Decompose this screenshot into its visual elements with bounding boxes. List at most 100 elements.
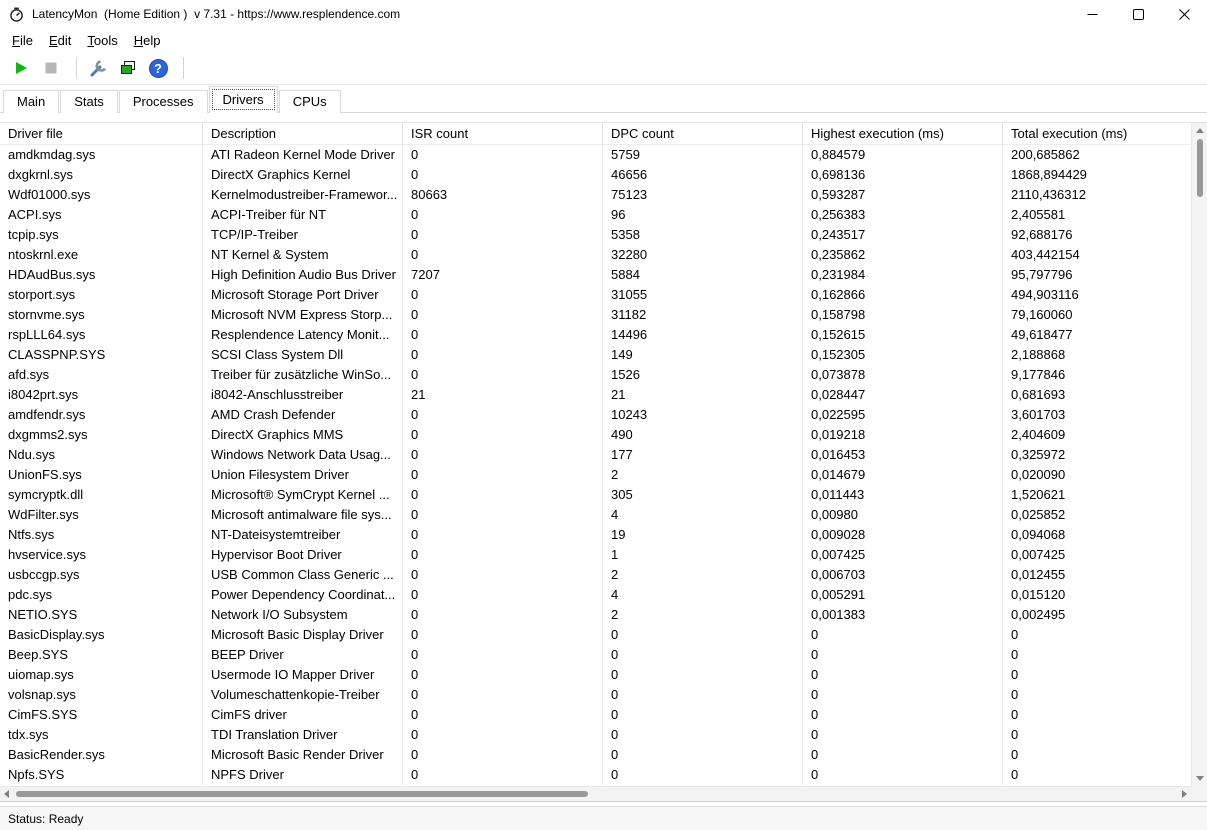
menu-file[interactable]: File (4, 33, 41, 48)
tab-stats[interactable]: Stats (60, 90, 118, 113)
minimize-button[interactable] (1069, 0, 1115, 28)
table-row[interactable]: Ndu.sysWindows Network Data Usag...01770… (0, 445, 1207, 465)
table-cell: 0,006703 (803, 565, 1003, 585)
table-cell: 1,520621 (1003, 485, 1191, 505)
column-header-driver-file[interactable]: Driver file (0, 123, 203, 144)
table-row[interactable]: UnionFS.sysUnion Filesystem Driver020,01… (0, 465, 1207, 485)
table-row[interactable]: amdfendr.sysAMD Crash Defender0102430,02… (0, 405, 1207, 425)
table-cell: 0,025852 (1003, 505, 1191, 525)
app-window: LatencyMon (Home Edition ) v 7.31 - http… (0, 0, 1207, 830)
scroll-right-icon[interactable] (1182, 790, 1187, 798)
menu-tools[interactable]: Tools (79, 33, 125, 48)
table-row[interactable]: HDAudBus.sysHigh Definition Audio Bus Dr… (0, 265, 1207, 285)
table-row[interactable]: Ntfs.sysNT-Dateisystemtreiber0190,009028… (0, 525, 1207, 545)
table-cell: 7207 (403, 265, 603, 285)
tab-processes[interactable]: Processes (119, 90, 208, 113)
tab-main[interactable]: Main (3, 90, 59, 113)
table-cell: 0,158798 (803, 305, 1003, 325)
table-cell: i8042prt.sys (0, 385, 203, 405)
table-row[interactable]: WdFilter.sysMicrosoft antimalware file s… (0, 505, 1207, 525)
column-header-total-execution[interactable]: Total execution (ms) (1003, 123, 1191, 144)
table-row[interactable]: rspLLL64.sysResplendence Latency Monit..… (0, 325, 1207, 345)
column-header-highest-execution[interactable]: Highest execution (ms) (803, 123, 1003, 144)
table-row[interactable]: dxgkrnl.sysDirectX Graphics Kernel046656… (0, 165, 1207, 185)
table-cell: BasicRender.sys (0, 745, 203, 765)
table-row[interactable]: CimFS.SYSCimFS driver0000 (0, 705, 1207, 725)
table-row[interactable]: tdx.sysTDI Translation Driver0000 (0, 725, 1207, 745)
table-cell: volsnap.sys (0, 685, 203, 705)
menu-edit[interactable]: Edit (41, 33, 79, 48)
column-header-isr-count[interactable]: ISR count (403, 123, 603, 144)
table-cell: Union Filesystem Driver (203, 465, 403, 485)
table-cell: tcpip.sys (0, 225, 203, 245)
table-cell: 0,162866 (803, 285, 1003, 305)
tab-drivers[interactable]: Drivers (209, 86, 278, 113)
help-button[interactable]: ? (145, 55, 171, 81)
table-row[interactable]: uiomap.sysUsermode IO Mapper Driver0000 (0, 665, 1207, 685)
scroll-left-icon[interactable] (4, 790, 9, 798)
column-header-dpc-count[interactable]: DPC count (603, 123, 803, 144)
horizontal-scrollbar-thumb[interactable] (16, 791, 588, 797)
scroll-down-icon[interactable] (1196, 776, 1204, 781)
table-cell: DirectX Graphics MMS (203, 425, 403, 445)
horizontal-scrollbar[interactable] (0, 786, 1191, 801)
table-row[interactable]: tcpip.sysTCP/IP-Treiber053580,24351792,6… (0, 225, 1207, 245)
table-row[interactable]: ntoskrnl.exeNT Kernel & System0322800,23… (0, 245, 1207, 265)
tools-options-button[interactable] (85, 55, 111, 81)
table-cell: Microsoft NVM Express Storp... (203, 305, 403, 325)
table-row[interactable]: pdc.sysPower Dependency Coordinat...040,… (0, 585, 1207, 605)
table-cell: 0,325972 (1003, 445, 1191, 465)
play-icon (13, 60, 29, 76)
table-row[interactable]: Wdf01000.sysKernelmodustreiber-Framewor.… (0, 185, 1207, 205)
table-cell: 95,797796 (1003, 265, 1191, 285)
table-cell: 0,698136 (803, 165, 1003, 185)
table-cell: 0 (803, 745, 1003, 765)
stop-monitoring-button[interactable] (38, 55, 64, 81)
table-row[interactable]: NETIO.SYSNetwork I/O Subsystem020,001383… (0, 605, 1207, 625)
table-cell: 0 (403, 465, 603, 485)
start-monitoring-button[interactable] (8, 55, 34, 81)
table-cell: 0 (403, 245, 603, 265)
table-cell: 2110,436312 (1003, 185, 1191, 205)
table-row[interactable]: CLASSPNP.SYSSCSI Class System Dll01490,1… (0, 345, 1207, 365)
table-row[interactable]: stornvme.sysMicrosoft NVM Express Storp.… (0, 305, 1207, 325)
table-cell: 21 (403, 385, 603, 405)
table-row[interactable]: ACPI.sysACPI-Treiber für NT0960,2563832,… (0, 205, 1207, 225)
table-cell: 0,256383 (803, 205, 1003, 225)
vertical-scrollbar-thumb[interactable] (1197, 139, 1203, 197)
table-row[interactable]: hvservice.sysHypervisor Boot Driver010,0… (0, 545, 1207, 565)
status-bar: Status: Ready (0, 806, 1207, 830)
table-row[interactable]: BasicDisplay.sysMicrosoft Basic Display … (0, 625, 1207, 645)
table-row[interactable]: dxgmms2.sysDirectX Graphics MMS04900,019… (0, 425, 1207, 445)
report-windows-button[interactable] (115, 55, 141, 81)
table-cell: 0,022595 (803, 405, 1003, 425)
table-cell: 49,618477 (1003, 325, 1191, 345)
column-header-description[interactable]: Description (203, 123, 403, 144)
table-row[interactable]: storport.sysMicrosoft Storage Port Drive… (0, 285, 1207, 305)
table-row[interactable]: Npfs.SYSNPFS Driver0000 (0, 765, 1207, 785)
table-row[interactable]: afd.sysTreiber für zusätzliche WinSo...0… (0, 365, 1207, 385)
table-cell: 0,243517 (803, 225, 1003, 245)
table-cell: 0 (803, 765, 1003, 785)
table-cell: 5358 (603, 225, 803, 245)
table-cell: 31182 (603, 305, 803, 325)
table-row[interactable]: amdkmdag.sysATI Radeon Kernel Mode Drive… (0, 145, 1207, 165)
close-button[interactable] (1161, 0, 1207, 28)
table-row[interactable]: usbccgp.sysUSB Common Class Generic ...0… (0, 565, 1207, 585)
vertical-scrollbar[interactable] (1191, 123, 1207, 786)
table-cell: Windows Network Data Usag... (203, 445, 403, 465)
table-cell: 10243 (603, 405, 803, 425)
table-row[interactable]: symcryptk.dllMicrosoft® SymCrypt Kernel … (0, 485, 1207, 505)
maximize-button[interactable] (1115, 0, 1161, 28)
table-row[interactable]: volsnap.sysVolumeschattenkopie-Treiber00… (0, 685, 1207, 705)
table-cell: 0 (403, 665, 603, 685)
table-cell: 0 (803, 705, 1003, 725)
menu-help[interactable]: Help (126, 33, 169, 48)
table-row[interactable]: Beep.SYSBEEP Driver0000 (0, 645, 1207, 665)
tab-cpus[interactable]: CPUs (279, 90, 341, 113)
table-cell: WdFilter.sys (0, 505, 203, 525)
scroll-up-icon[interactable] (1196, 128, 1204, 133)
table-row[interactable]: BasicRender.sysMicrosoft Basic Render Dr… (0, 745, 1207, 765)
table-cell: 0 (803, 645, 1003, 665)
table-row[interactable]: i8042prt.sysi8042-Anschlusstreiber21210,… (0, 385, 1207, 405)
